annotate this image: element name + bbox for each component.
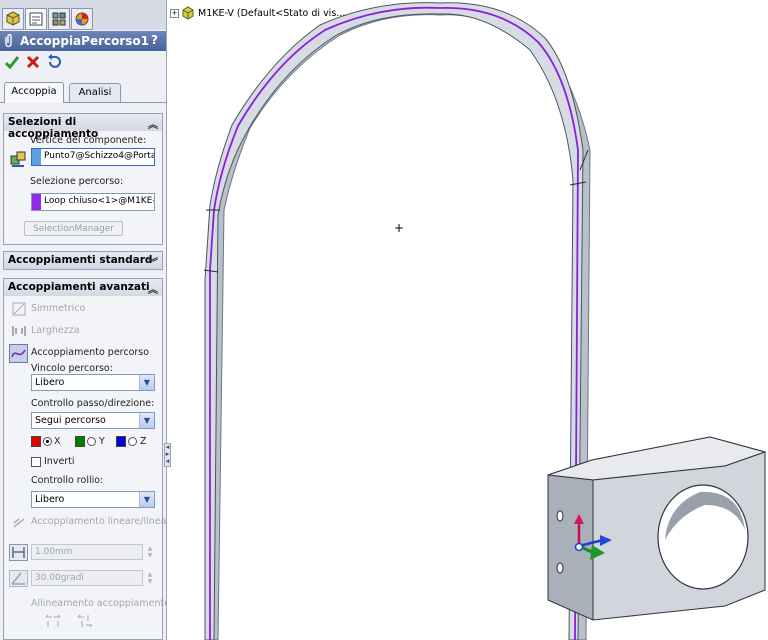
path-selection-value: Loop chiuso<1>@M1KE-V (44, 196, 154, 206)
spin-arrows-icon[interactable]: ▲ ▼ (144, 571, 156, 585)
assembly-icon (182, 6, 194, 20)
paperclip-icon (5, 34, 12, 47)
property-tabs: Accoppia Analisi (0, 82, 166, 103)
collapse-chevron-icon[interactable]: ︽ (148, 281, 158, 296)
configuration-manager-icon (52, 12, 66, 26)
advanced-mates-title: Accoppiamenti avanzati (8, 281, 150, 293)
display-manager-tab[interactable] (71, 8, 93, 30)
path-selection-box[interactable]: Loop chiuso<1>@M1KE-V (31, 193, 155, 211)
width-label[interactable]: Larghezza (31, 325, 80, 336)
dropdown-arrow-icon[interactable]: ▼ (139, 492, 154, 507)
linear-coupler-icon[interactable] (12, 516, 26, 530)
distance-icon (9, 544, 28, 561)
x-axis-label: X (54, 436, 61, 447)
mate-alignment-label: Allineamento accoppiamento: (31, 598, 167, 609)
pitch-yaw-label: Controllo passo/direzione: (31, 398, 155, 409)
porta-component-block[interactable] (547, 436, 767, 621)
width-icon[interactable] (12, 324, 26, 338)
collapse-chevron-icon[interactable]: ︽ (148, 116, 158, 131)
help-button[interactable]: ? (151, 33, 158, 47)
vertex-color-swatch (32, 149, 41, 165)
symmetric-icon[interactable] (12, 302, 26, 316)
property-manager-title: AccoppiaPercorso1 (20, 34, 150, 48)
component-vertex-icon (10, 151, 26, 167)
path-constraint-label: Vincolo percorso: (31, 363, 113, 374)
standard-mates-title: Accoppiamenti standard (8, 254, 153, 266)
vertex-selection-box[interactable]: Punto7@Schizzo4@Porta c (31, 148, 155, 166)
path-constraint-select[interactable]: Libero ▼ (31, 374, 155, 391)
tab-analisi[interactable]: Analisi (69, 83, 121, 102)
feature-tree-icon (6, 11, 20, 26)
pitch-yaw-select[interactable]: Segui percorso ▼ (31, 412, 155, 429)
path-constraint-value: Libero (35, 377, 65, 388)
aligned-icon[interactable] (44, 613, 62, 629)
cancel-x-icon[interactable] (25, 54, 41, 70)
distance-input[interactable]: 1.00mm ▲ ▼ (31, 544, 152, 560)
spin-arrows-icon[interactable]: ▲ ▼ (144, 545, 156, 559)
roll-control-select[interactable]: Libero ▼ (31, 491, 155, 508)
advanced-mates-group: Accoppiamenti avanzati ︽ Simmetrico Larg… (3, 278, 166, 640)
angle-icon (9, 570, 28, 587)
configuration-manager-tab[interactable] (48, 8, 70, 30)
tab-accoppia[interactable]: Accoppia (4, 82, 64, 103)
x-axis-radio[interactable] (43, 437, 52, 446)
undo-icon[interactable] (46, 54, 62, 70)
dropdown-arrow-icon[interactable]: ▼ (139, 375, 154, 390)
assembly-name: M1KE-V (Default<Stato di vis... (198, 8, 346, 19)
property-manager-tab[interactable] (25, 8, 47, 30)
z-axis-radio[interactable] (128, 437, 137, 446)
crosshair-cursor: + (394, 221, 404, 235)
x-axis-swatch (31, 436, 41, 447)
angle-value: 30.00gradi (35, 573, 84, 583)
path-mate-icon (11, 349, 26, 358)
y-axis-label: Y (99, 436, 105, 447)
path-color-swatch (32, 194, 41, 210)
path-mate-toggle[interactable] (9, 344, 28, 363)
selection-manager-button[interactable]: SelectionManager (24, 221, 123, 236)
y-axis-radio[interactable] (87, 437, 96, 446)
anti-aligned-icon[interactable] (76, 613, 94, 629)
mate-selections-header[interactable]: Selezioni di accoppiamento ︽ (4, 114, 162, 140)
linear-mate-label[interactable]: Accoppiamento lineare/lineare (31, 516, 166, 527)
graphics-viewport[interactable]: + (170, 0, 768, 640)
path-mate-label[interactable]: Accoppiamento percorso (31, 347, 149, 358)
invert-checkbox[interactable] (31, 457, 41, 467)
manager-tabs (0, 0, 166, 30)
expand-chevron-icon[interactable]: ︾ (148, 254, 158, 269)
angle-input[interactable]: 30.00gradi ▲ ▼ (31, 570, 152, 586)
mate-selections-group: Selezioni di accoppiamento ︽ Vertice del… (3, 113, 163, 245)
expand-toggle[interactable]: + (170, 9, 179, 18)
advanced-mates-header[interactable]: Accoppiamenti avanzati ︽ (4, 279, 162, 296)
pitch-yaw-value: Segui percorso (35, 415, 106, 426)
y-axis-swatch (75, 436, 85, 447)
path-selection-label: Selezione percorso: (30, 176, 124, 187)
roll-control-label: Controllo rollio: (31, 475, 104, 486)
standard-mates-group: Accoppiamenti standard ︾ (3, 251, 163, 270)
invert-label[interactable]: Inverti (44, 456, 75, 467)
property-manager-panel: AccoppiaPercorso1 ? Accoppia Analisi Sel… (0, 0, 167, 640)
roll-control-value: Libero (35, 494, 65, 505)
standard-mates-header[interactable]: Accoppiamenti standard ︾ (4, 252, 162, 269)
ok-check-icon[interactable] (4, 54, 20, 70)
segment-edges (203, 149, 589, 273)
dropdown-arrow-icon[interactable]: ▼ (139, 413, 154, 428)
distance-value: 1.00mm (35, 547, 73, 557)
feature-tree-tab[interactable] (2, 8, 24, 30)
property-manager-title-bar: AccoppiaPercorso1 ? (0, 31, 166, 51)
vertex-label: Vertice del componente: (30, 135, 147, 146)
z-axis-label: Z (140, 436, 147, 447)
property-manager-icon (29, 12, 43, 26)
strip-front-face[interactable] (204, 2, 584, 640)
display-manager-icon (75, 12, 89, 26)
symmetric-label[interactable]: Simmetrico (31, 303, 85, 314)
vertex-selection-value: Punto7@Schizzo4@Porta c (44, 151, 154, 161)
z-axis-swatch (116, 436, 126, 447)
